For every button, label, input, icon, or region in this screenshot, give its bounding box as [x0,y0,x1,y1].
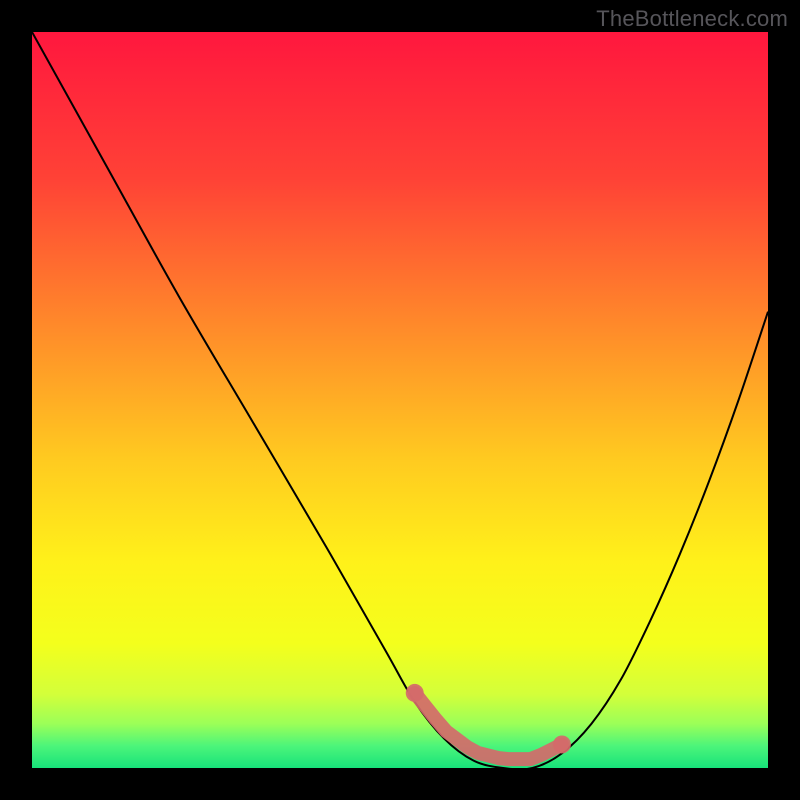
watermark-text: TheBottleneck.com [596,6,788,32]
optimal-range-end-dot [553,735,571,753]
bottleneck-curve [32,32,768,768]
optimal-range-start-dot [406,684,424,702]
chart-frame: TheBottleneck.com [0,0,800,800]
chart-curves [32,32,768,768]
plot-area [32,32,768,768]
optimal-range-band [415,693,562,759]
